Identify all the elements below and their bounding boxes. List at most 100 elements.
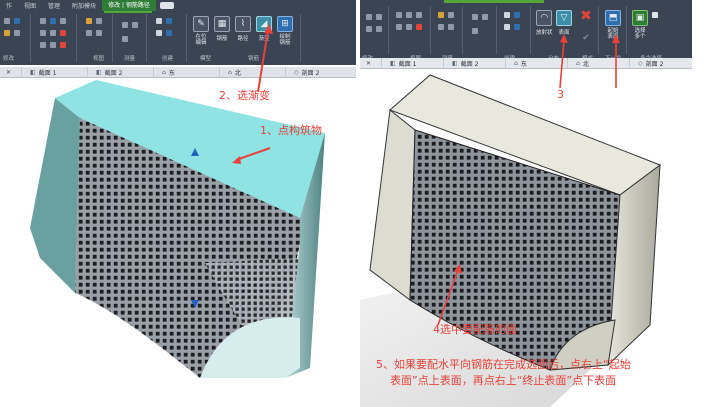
panel-label: 创建 (162, 56, 174, 62)
rebar-button[interactable]: ▦ 钢筋 (214, 16, 230, 42)
tool-icon[interactable] (448, 12, 454, 18)
tool-icon[interactable] (406, 24, 412, 30)
cancel-button[interactable]: ✖ (578, 8, 594, 26)
tool-icon[interactable] (156, 30, 162, 36)
tab-section-2[interactable]: ◧ 截面 2 (444, 57, 507, 69)
tool-icon[interactable] (60, 30, 66, 36)
tool-icon[interactable] (40, 18, 46, 24)
tool-icon[interactable] (376, 14, 382, 20)
tool-icon[interactable] (448, 24, 454, 30)
tool-icon[interactable] (122, 36, 128, 42)
divider (30, 14, 31, 62)
tool-icon[interactable] (14, 30, 20, 36)
structure-side-face[interactable] (30, 98, 80, 293)
annotation-step4: 4选中要配筋的面 (433, 323, 517, 336)
left-menubar: 作 视图 管理 附加模块 修改 | 钢筋路径 (0, 0, 174, 11)
edit-in-place-button[interactable]: ✎ 在位 编辑 (193, 16, 209, 46)
divider (430, 6, 431, 54)
tool-icon[interactable] (86, 30, 92, 36)
tool-icon[interactable] (482, 14, 488, 20)
tool-icon[interactable] (416, 12, 422, 18)
select-multiple-icon: ▣ (632, 10, 648, 26)
divider (146, 14, 147, 62)
tool-icon[interactable] (396, 24, 402, 30)
tool-icon[interactable] (366, 14, 372, 20)
right-ribbon: ◠ 放射状 ▽ 表面 ✖ ✔ ⬒ 起始 表面 ▣ 选择 多个 修改 视图 测量 … (360, 0, 692, 65)
tool-icon[interactable] (4, 18, 10, 24)
annotation-step1: 1、点构筑物 (260, 124, 322, 137)
tool-icon[interactable] (438, 12, 444, 18)
section-icon: ◧ (30, 68, 36, 76)
divider (388, 6, 389, 54)
divider (462, 6, 463, 54)
radial-icon: ◠ (536, 10, 553, 26)
tool-icon[interactable] (86, 18, 92, 24)
tool-icon[interactable] (376, 26, 382, 32)
tool-icon[interactable] (504, 24, 510, 30)
tool-icon[interactable] (514, 12, 520, 18)
tool-icon[interactable] (514, 24, 520, 30)
tab-section-1[interactable]: ◧ 截面 1 (382, 57, 445, 69)
annotation-step5-line1: 5、如果要配水平向钢筋在完成选面后，点右上“起始 (376, 358, 631, 371)
tool-icon[interactable] (60, 18, 66, 24)
tab-profile-2[interactable]: ◇ 剖面 2 (630, 58, 671, 69)
menu-item[interactable]: 视图 (18, 1, 42, 10)
elevation-icon: ⌂ (228, 68, 232, 76)
select-multiple-button[interactable]: ▣ 选择 多个 (632, 10, 648, 40)
divider (300, 14, 301, 62)
tool-icon[interactable] (96, 30, 102, 36)
close-icon[interactable]: ✕ (6, 69, 11, 76)
elevation-icon: ⌂ (162, 68, 166, 76)
menu-pill[interactable] (159, 2, 174, 9)
tool-icon[interactable] (50, 18, 56, 24)
panel-label: 测量 (124, 56, 136, 62)
tab-section-2[interactable]: ◧ 截面 2 (88, 66, 155, 78)
tab-east[interactable]: ⌂ 东 (154, 66, 221, 78)
tool-icon[interactable] (366, 26, 372, 32)
tool-icon[interactable] (50, 30, 56, 36)
annotation-step5-line2: 表面”点上表面，再点右上“终止表面”点下表面 (390, 374, 617, 387)
tool-icon[interactable] (166, 18, 172, 24)
tool-icon[interactable] (438, 24, 444, 30)
edit-in-place-icon: ✎ (193, 16, 209, 32)
tool-icon[interactable] (396, 12, 402, 18)
tool-icon[interactable] (50, 42, 56, 48)
tool-icon[interactable] (504, 12, 510, 18)
panel-label: 修改 (3, 56, 15, 62)
divider (112, 14, 113, 62)
tab-close[interactable]: ✕ (0, 66, 23, 78)
tool-icon[interactable] (4, 30, 10, 36)
left-ribbon: 作 视图 管理 附加模块 修改 | 钢筋路径 ✎ 在位 编辑 ▦ 钢筋 ⌇ 路径… (0, 0, 356, 65)
cursor-icon (652, 12, 658, 18)
tool-icon[interactable] (60, 42, 66, 48)
close-icon[interactable]: ✕ (366, 60, 371, 67)
start-surface-icon: ⬒ (605, 10, 621, 26)
tool-icon[interactable] (122, 22, 128, 28)
tool-icon[interactable] (156, 18, 162, 24)
tool-icon[interactable] (40, 30, 46, 36)
tool-icon[interactable] (472, 28, 478, 34)
tool-icon[interactable] (132, 22, 138, 28)
tab-section-1[interactable]: ◧ 截面 1 (22, 66, 89, 78)
tool-icon[interactable] (40, 42, 46, 48)
tab-profile-2[interactable]: ◇ 剖面 2 (286, 67, 327, 78)
tool-icon[interactable] (472, 14, 478, 20)
menu-item[interactable]: 附加模块 (66, 1, 102, 10)
elevation-icon: ⌂ (514, 59, 518, 67)
structure-side-face[interactable] (369, 109, 416, 301)
section-icon: ◧ (452, 59, 458, 67)
tool-icon[interactable] (406, 12, 412, 18)
tool-icon[interactable] (96, 18, 102, 24)
divider (530, 6, 531, 54)
tab-close[interactable]: ✕ (360, 57, 383, 69)
active-tab-underline (104, 11, 152, 13)
section-icon: ◧ (96, 68, 102, 76)
menu-item-active[interactable]: 修改 | 钢筋路径 (102, 0, 156, 11)
surface-icon: ▽ (556, 10, 572, 26)
divider (76, 14, 77, 62)
tool-icon[interactable] (416, 24, 422, 30)
tool-icon[interactable] (166, 30, 172, 36)
menu-item[interactable]: 作 (0, 1, 18, 10)
menu-item[interactable]: 管理 (42, 1, 66, 10)
tool-icon[interactable] (14, 18, 20, 24)
